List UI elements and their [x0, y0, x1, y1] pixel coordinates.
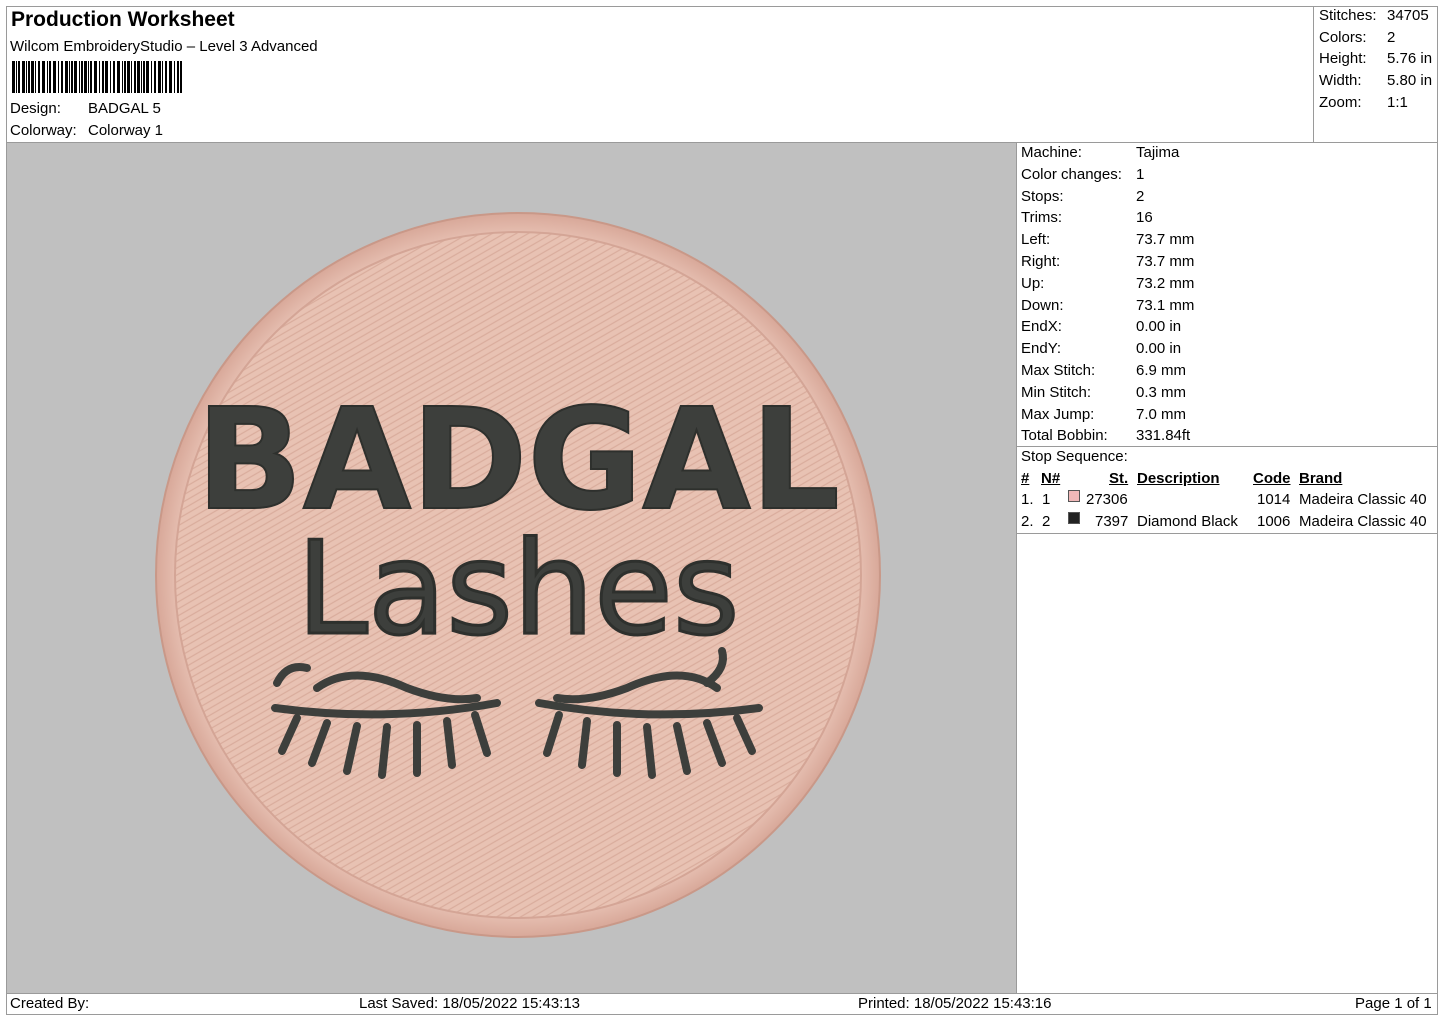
row-code: 1014 — [1257, 491, 1291, 508]
row-stitches: 7397 — [1095, 513, 1129, 530]
barcode-icon — [12, 61, 182, 93]
width-value: 5.80 in — [1387, 72, 1433, 89]
info-label: Right: — [1021, 253, 1061, 270]
info-label: Left: — [1021, 231, 1051, 249]
col-code: Code — [1253, 470, 1291, 487]
col-stitches: St. — [1109, 470, 1129, 487]
info-label: Stops: — [1021, 187, 1064, 205]
height-label: Height: — [1319, 50, 1367, 67]
info-value: 16 — [1136, 209, 1153, 227]
col-description: Description — [1137, 470, 1220, 487]
info-value: 73.7 mm — [1136, 231, 1195, 249]
page-title: Production Worksheet — [11, 8, 235, 31]
design-preview: BADGAL Lashes — [7, 143, 1016, 993]
footer-divider — [6, 993, 1438, 994]
info-label: Up: — [1021, 274, 1045, 292]
info-value: 331.84ft — [1136, 427, 1191, 445]
info-value: 73.7 mm — [1136, 253, 1195, 270]
info-value: 0.3 mm — [1136, 383, 1187, 401]
row-code: 1006 — [1257, 513, 1291, 530]
info-label: Max Jump: — [1021, 405, 1095, 423]
info-table-divider — [1017, 446, 1438, 447]
info-divider — [1016, 143, 1017, 993]
stitches-value: 34705 — [1387, 7, 1429, 24]
colors-value: 2 — [1387, 29, 1396, 46]
col-needle: N# — [1041, 470, 1061, 487]
info-value: 73.2 mm — [1136, 274, 1195, 292]
created-by: Created By: — [10, 995, 90, 1012]
colorway-label: Colorway: — [10, 122, 77, 139]
row-brand: Madeira Classic 40 — [1299, 491, 1427, 508]
stop-sequence-title: Stop Sequence: — [1021, 448, 1128, 465]
row-index: 1. — [1021, 491, 1034, 508]
zoom-label: Zoom: — [1319, 94, 1362, 111]
zoom-value: 1:1 — [1387, 94, 1408, 111]
table-bottom-divider — [1017, 533, 1438, 534]
info-label: EndX: — [1021, 318, 1062, 336]
info-value: 2 — [1136, 187, 1145, 205]
height-value: 5.76 in — [1387, 50, 1433, 67]
page-number: Page 1 of 1 — [1355, 995, 1432, 1012]
software-name: Wilcom EmbroideryStudio – Level 3 Advanc… — [10, 38, 318, 55]
printed-date: Printed: 18/05/2022 15:43:16 — [858, 995, 1052, 1012]
info-label: Down: — [1021, 296, 1064, 314]
summary-divider — [1313, 6, 1314, 143]
row-needle: 2 — [1042, 513, 1051, 530]
row-description: Diamond Black — [1137, 513, 1238, 530]
info-value: 1 — [1136, 165, 1145, 183]
color-swatch — [1068, 512, 1080, 524]
info-label: Trims: — [1021, 209, 1063, 227]
info-label: Machine: — [1021, 144, 1082, 161]
info-value: 0.00 in — [1136, 340, 1182, 358]
info-label: Max Stitch: — [1021, 362, 1096, 379]
width-label: Width: — [1319, 72, 1362, 89]
col-brand: Brand — [1299, 470, 1343, 487]
info-label: Min Stitch: — [1021, 383, 1092, 401]
info-label: Color changes: — [1021, 165, 1122, 183]
color-swatch — [1068, 490, 1080, 502]
row-index: 2. — [1021, 513, 1034, 530]
info-value: 73.1 mm — [1136, 296, 1195, 314]
last-saved: Last Saved: 18/05/2022 15:43:13 — [359, 995, 581, 1012]
info-value: 0.00 in — [1136, 318, 1182, 336]
design-text-lashes: Lashes — [297, 515, 740, 664]
stitches-label: Stitches: — [1319, 7, 1377, 24]
row-stitches: 27306 — [1086, 491, 1128, 508]
info-label: EndY: — [1021, 340, 1062, 358]
design-label: Design: — [10, 100, 61, 117]
col-index: # — [1021, 470, 1030, 487]
info-value: 7.0 mm — [1136, 405, 1187, 423]
info-value: Tajima — [1136, 144, 1180, 161]
design-value: BADGAL 5 — [88, 100, 161, 117]
colorway-value: Colorway 1 — [88, 122, 164, 139]
info-value: 6.9 mm — [1136, 362, 1187, 379]
embroidery-patch: BADGAL Lashes — [155, 212, 881, 938]
colors-label: Colors: — [1319, 29, 1367, 46]
row-brand: Madeira Classic 40 — [1299, 513, 1427, 530]
info-label: Total Bobbin: — [1021, 427, 1108, 445]
row-needle: 1 — [1042, 491, 1051, 508]
